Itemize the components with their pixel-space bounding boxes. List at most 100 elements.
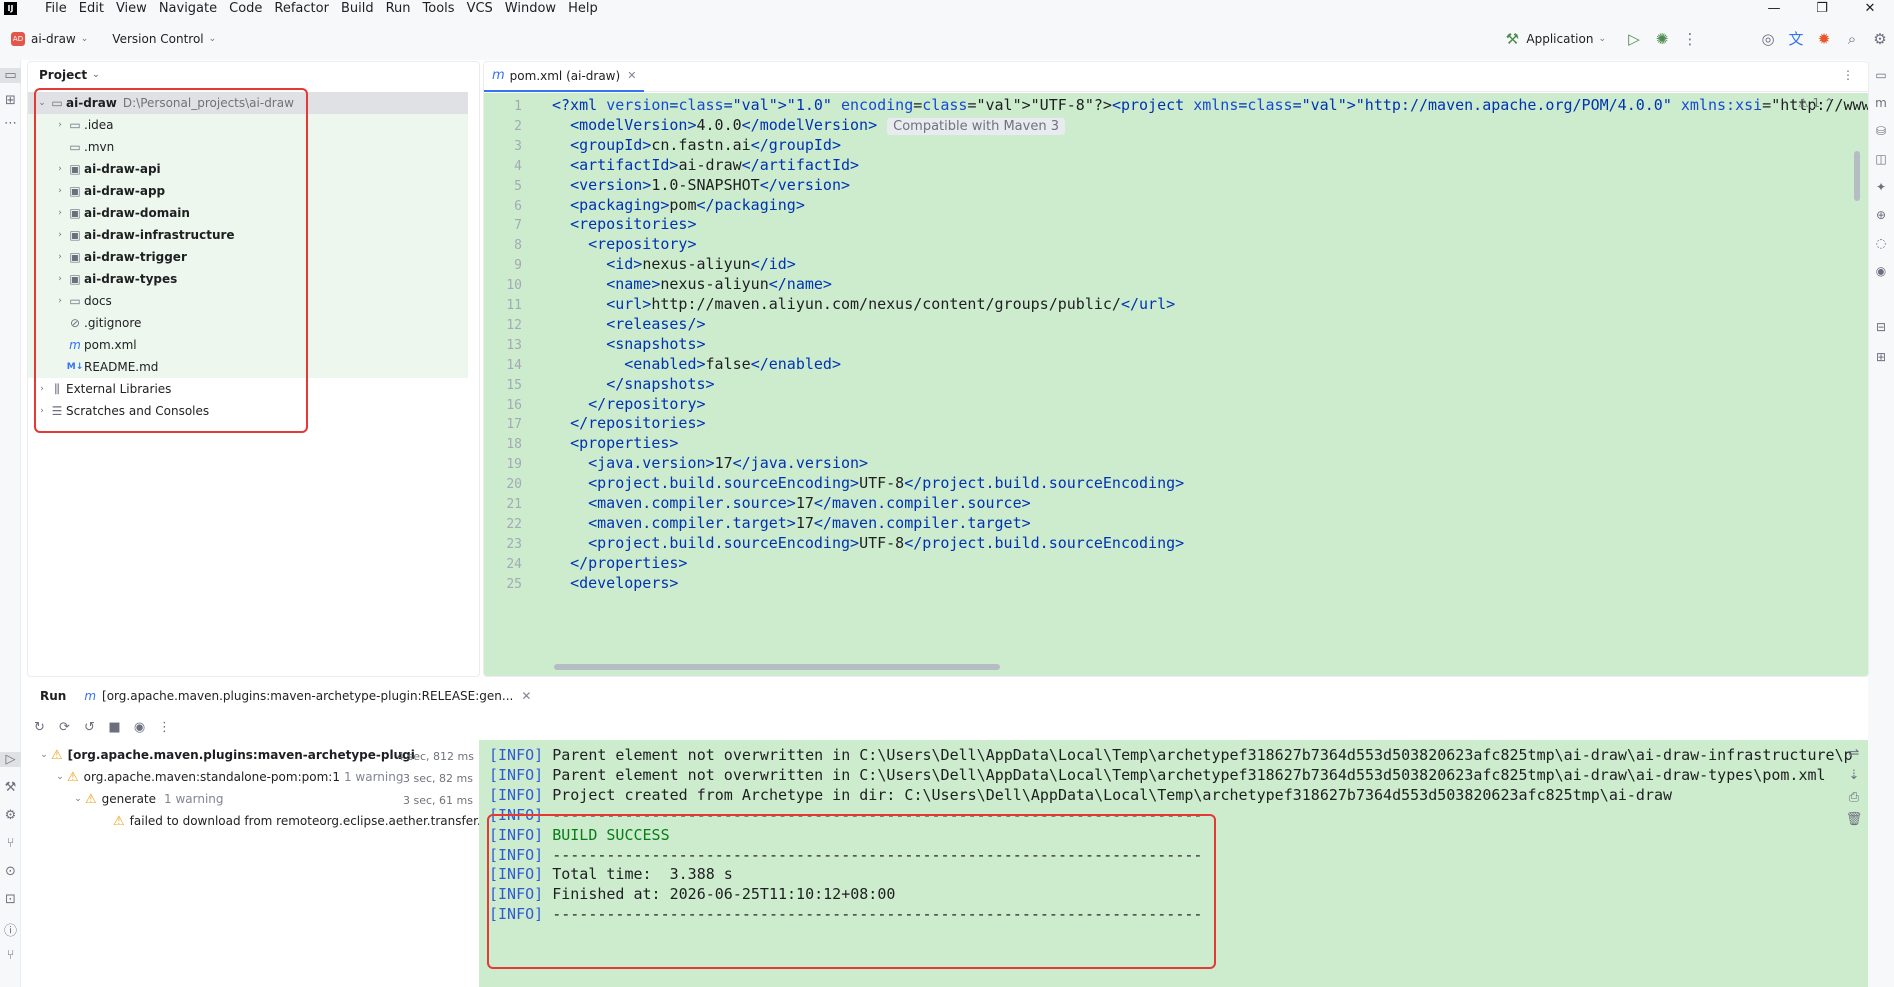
menu-code[interactable]: Code bbox=[229, 1, 262, 16]
close-tab-icon[interactable]: ✕ bbox=[627, 69, 636, 82]
run-tree-label: generate bbox=[101, 792, 157, 806]
run-tree-label: failed to download from remoteorg.eclips… bbox=[129, 814, 481, 828]
chevron-down-icon[interactable]: ⌄ bbox=[71, 794, 85, 804]
main-toolbar: AD ai-draw ⌄ Version Control ⌄ ⚒ Applica… bbox=[0, 17, 1894, 60]
run-icon[interactable]: ▷ bbox=[1620, 30, 1648, 48]
services-tool-icon[interactable]: ⚙ bbox=[0, 808, 21, 823]
coverage-icon[interactable]: ◉ bbox=[1868, 264, 1894, 278]
clear-all-icon[interactable]: 🗑 bbox=[1840, 812, 1868, 834]
log-message: Parent element not overwritten in C:\Use… bbox=[543, 765, 1826, 784]
menu-navigate[interactable]: Navigate bbox=[159, 1, 217, 16]
chevron-down-icon[interactable]: ⌄ bbox=[37, 750, 51, 760]
menu-tools[interactable]: Tools bbox=[423, 1, 455, 16]
menu-bar: IJ File Edit View Navigate Code Refactor… bbox=[0, 0, 1894, 17]
more-actions-icon[interactable]: ⋮ bbox=[1676, 30, 1704, 48]
code-area[interactable]: 1 <?xml version=class="val">"1.0" encodin… bbox=[484, 93, 1868, 676]
translate-icon[interactable]: 文 bbox=[1782, 28, 1810, 49]
minimize-button[interactable]: — bbox=[1750, 0, 1798, 17]
close-tab-icon[interactable]: ✕ bbox=[521, 689, 531, 703]
project-tool-icon[interactable]: ▭ bbox=[0, 68, 21, 83]
run-panel-title[interactable]: Run bbox=[40, 689, 66, 703]
intellij-logo-icon: IJ bbox=[4, 2, 17, 15]
project-badge: AD bbox=[11, 31, 25, 46]
rerun-icon[interactable]: ↻ bbox=[27, 720, 52, 735]
problems-tool-icon[interactable]: ⊙ bbox=[0, 864, 21, 879]
more-actions-icon[interactable]: ⋮ bbox=[152, 720, 177, 735]
copilot-icon[interactable]: ◎ bbox=[1754, 30, 1782, 48]
commit-icon[interactable]: ⊟ bbox=[1868, 320, 1894, 334]
settings-gear-icon[interactable]: ⚙ bbox=[1866, 30, 1894, 48]
todo-tool-icon[interactable]: ⑂ bbox=[0, 948, 21, 963]
rerun-debug-icon[interactable]: ↺ bbox=[77, 720, 102, 735]
print-icon[interactable]: ⎙ bbox=[1840, 790, 1868, 812]
run-tree-item-root[interactable]: ⌄ ⚠ [org.apache.maven.plugins:maven-arche… bbox=[37, 744, 415, 766]
chevron-down-icon[interactable]: ⌄ bbox=[53, 772, 67, 782]
build-hammer-icon[interactable]: ⚒ bbox=[1498, 30, 1526, 48]
run-tree-label: org.apache.maven:standalone-pom:pom:1 bbox=[83, 770, 340, 784]
chevron-down-icon[interactable]: ⌄ bbox=[92, 70, 100, 80]
rerun-failed-icon[interactable]: ⟳ bbox=[52, 720, 77, 735]
run-tool-icon[interactable]: ▷ bbox=[0, 752, 21, 767]
stop-icon[interactable]: ■ bbox=[102, 720, 127, 735]
bean-validation-icon[interactable]: ◌ bbox=[1868, 236, 1894, 250]
chevron-down-icon: ⌄ bbox=[208, 33, 217, 44]
run-tree-item-warning[interactable]: ⚠ failed to download from remoteorg.ecli… bbox=[113, 810, 481, 832]
vertical-scrollbar[interactable] bbox=[1854, 151, 1860, 201]
maven-icon[interactable]: m bbox=[1868, 96, 1894, 110]
run-configuration-selector[interactable]: Application bbox=[1526, 32, 1593, 46]
run-tab[interactable]: m [org.apache.maven.plugins:maven-archet… bbox=[84, 689, 531, 703]
chevron-down-icon: ⌄ bbox=[1598, 33, 1606, 44]
git-tool-icon[interactable]: ⑂ bbox=[0, 836, 21, 851]
build-tool-icon[interactable]: ⚒ bbox=[0, 780, 21, 795]
info-tool-icon[interactable]: ⓘ bbox=[0, 920, 21, 939]
search-icon[interactable]: ⌕ bbox=[1838, 30, 1866, 48]
run-tab-label: [org.apache.maven.plugins:maven-archetyp… bbox=[102, 689, 514, 703]
horizontal-scrollbar[interactable] bbox=[554, 664, 1000, 670]
plugin-icon[interactable]: ✹ bbox=[1810, 30, 1838, 48]
endpoints-icon[interactable]: ⊕ bbox=[1868, 208, 1894, 222]
menu-file[interactable]: File bbox=[45, 1, 67, 16]
menu-view[interactable]: View bbox=[116, 1, 147, 16]
view-icon[interactable]: ◉ bbox=[127, 720, 152, 735]
menu-run[interactable]: Run bbox=[386, 1, 411, 16]
ai-assistant-icon[interactable]: ✦ bbox=[1868, 180, 1894, 194]
menu-vcs[interactable]: VCS bbox=[467, 1, 493, 16]
project-selector[interactable]: ai-draw bbox=[31, 32, 76, 46]
log-message: Project created from Archetype in dir: C… bbox=[543, 785, 1673, 804]
tab-pom-xml[interactable]: m pom.xml (ai-draw) ✕ bbox=[484, 62, 645, 92]
more-tools-icon[interactable]: ⋯ bbox=[0, 116, 21, 131]
run-tree-item-pom[interactable]: ⌄ ⚠ org.apache.maven:standalone-pom:pom:1… bbox=[53, 766, 403, 788]
run-tree-time: 4 sec, 812 ms bbox=[397, 750, 474, 763]
debug-icon[interactable]: ✺ bbox=[1648, 30, 1676, 48]
restore-button[interactable]: ❐ bbox=[1798, 0, 1846, 17]
maven-file-icon: m bbox=[84, 689, 97, 703]
structure-tool-icon[interactable]: ⊞ bbox=[0, 93, 21, 108]
soft-wrap-icon[interactable]: ⇌ bbox=[1840, 746, 1868, 768]
run-tree-item-generate[interactable]: ⌄ ⚠ generate 1 warning bbox=[71, 788, 224, 810]
editor-panel: m pom.xml (ai-draw) ✕ ⋮ 1 <?xml version=c… bbox=[483, 61, 1869, 677]
gradle-icon[interactable]: ◫ bbox=[1868, 152, 1894, 166]
run-tree: ⌄ ⚠ [org.apache.maven.plugins:maven-arche… bbox=[27, 742, 481, 987]
code-line[interactable]: 25 <developers> bbox=[484, 571, 1868, 597]
version-control-menu[interactable]: Version Control bbox=[112, 32, 203, 46]
line-number[interactable]: 25 bbox=[484, 573, 522, 597]
menu-refactor[interactable]: Refactor bbox=[274, 1, 329, 16]
menu-build[interactable]: Build bbox=[341, 1, 374, 16]
pull-requests-icon[interactable]: ⊞ bbox=[1868, 350, 1894, 364]
chevron-down-icon: ⌄ bbox=[80, 33, 89, 44]
menu-window[interactable]: Window bbox=[505, 1, 556, 16]
run-panel-header: Run m [org.apache.maven.plugins:maven-ar… bbox=[27, 682, 1867, 710]
log-level: [INFO] bbox=[489, 765, 544, 784]
close-window-button[interactable]: ✕ bbox=[1846, 0, 1894, 17]
terminal-tool-icon[interactable]: ⊡ bbox=[0, 892, 21, 907]
scroll-to-end-icon[interactable]: ⇣ bbox=[1840, 768, 1868, 790]
inspection-warning-counter[interactable]: ⚠ 1 ⌃ bbox=[1798, 96, 1834, 110]
menu-edit[interactable]: Edit bbox=[79, 1, 104, 16]
maven-file-icon: m bbox=[492, 68, 505, 83]
menu-help[interactable]: Help bbox=[568, 1, 598, 16]
editor-options-icon[interactable]: ⋮ bbox=[1842, 68, 1854, 82]
run-tree-warning-count: 1 warning bbox=[164, 792, 224, 806]
notifications-icon[interactable]: ▭ bbox=[1868, 68, 1894, 82]
database-icon[interactable]: ⛁ bbox=[1868, 124, 1894, 138]
project-panel-title[interactable]: Project bbox=[39, 68, 87, 82]
